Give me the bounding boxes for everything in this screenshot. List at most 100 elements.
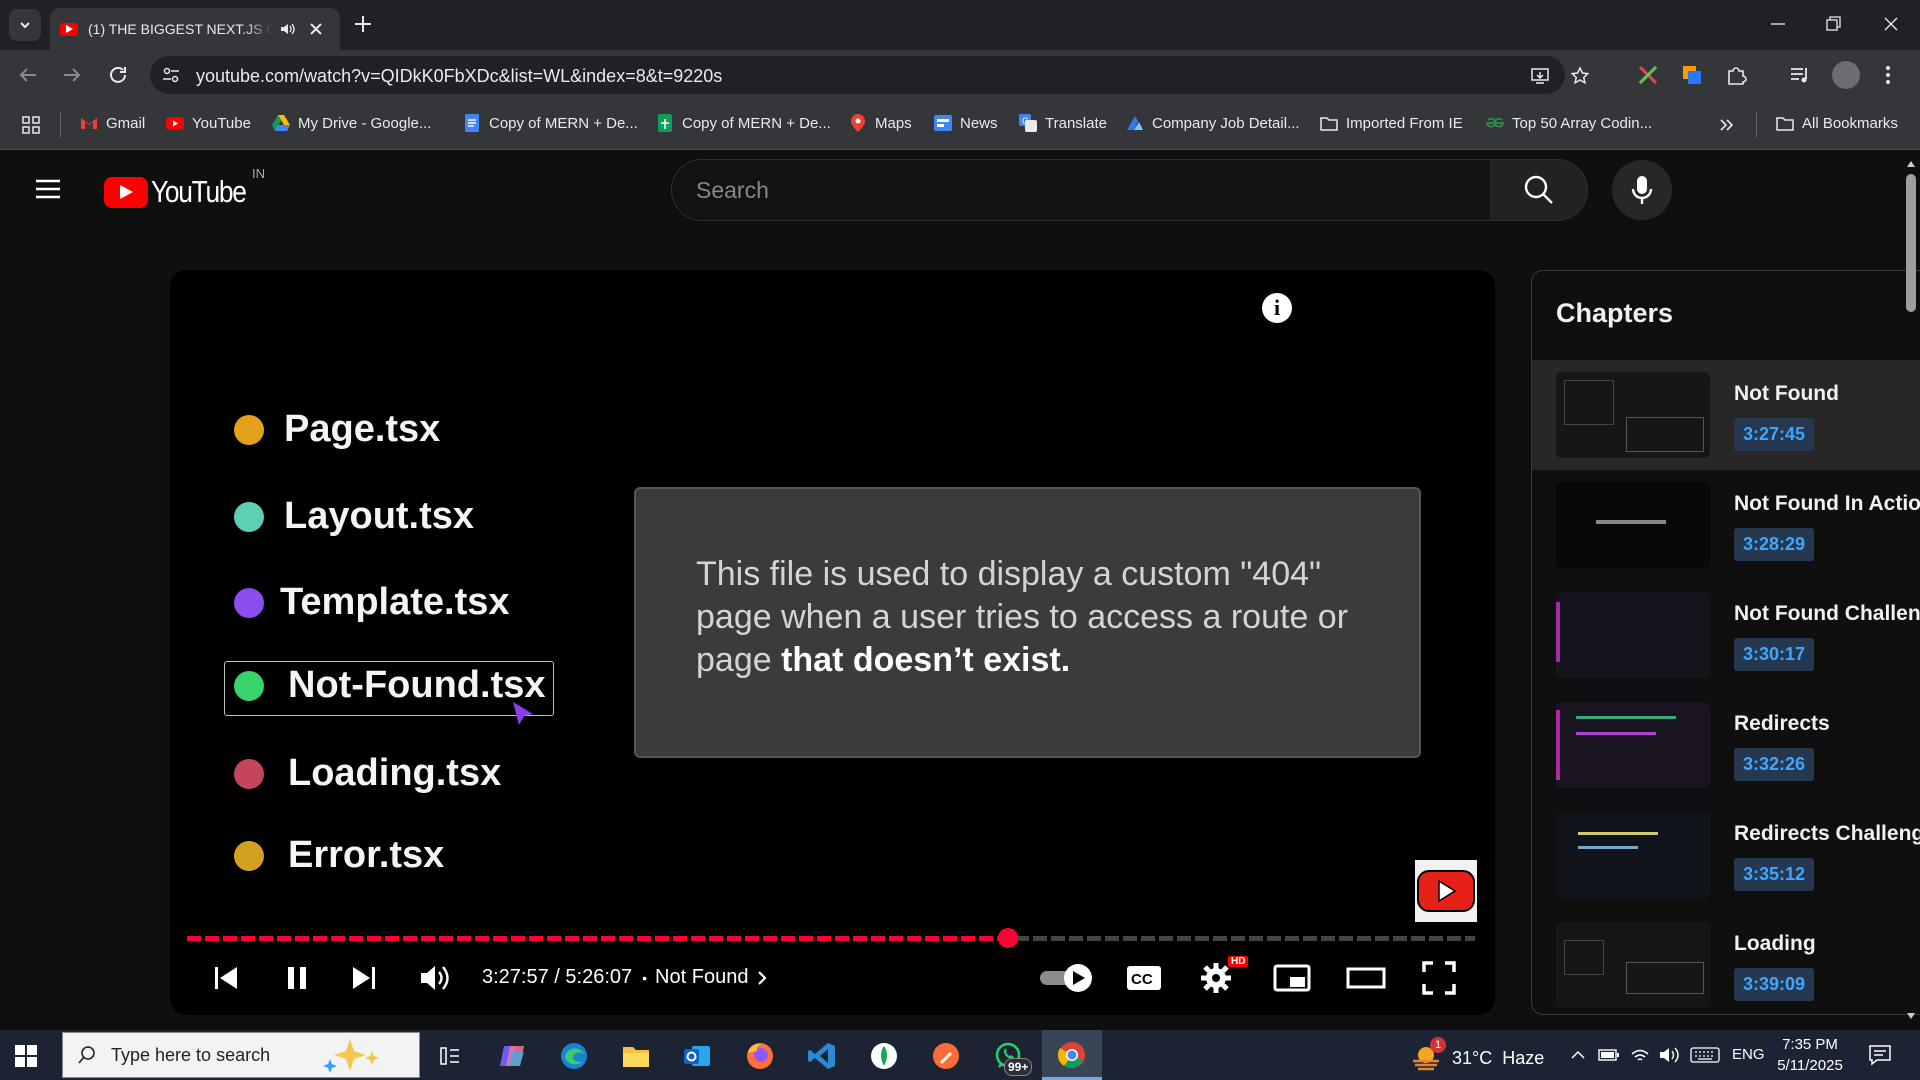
extension-copy-icon[interactable] [1680,63,1704,87]
extensions-puzzle-icon[interactable] [1724,63,1748,87]
forward-arrow-icon[interactable] [60,63,84,87]
file-explorer-icon[interactable] [620,1040,652,1072]
subtitles-cc-icon[interactable]: CC [1124,962,1164,994]
bookmark-translate[interactable]: G Translate [1019,114,1107,132]
task-view-icon[interactable] [434,1040,466,1072]
media-controls-icon[interactable] [1788,63,1812,87]
profile-avatar[interactable] [1832,61,1860,89]
page-scrollbar[interactable] [1906,160,1916,1020]
chapter-timestamp[interactable]: 3:35:12 [1734,858,1815,891]
chapter-item[interactable]: Redirects Challenge 3:35:12 [1532,800,1920,910]
copilot-icon[interactable] [497,1040,529,1072]
bookmark-gfg[interactable]: Top 50 Array Codin... [1486,114,1652,132]
youtube-header: YouTube IN [0,150,1920,230]
new-tab-plus-icon[interactable] [352,13,374,35]
back-arrow-icon[interactable] [16,63,40,87]
bookmark-gmail[interactable]: Gmail [80,114,145,132]
address-bar[interactable]: youtube.com/watch?v=QIDkK0FbXDc&list=WL&… [150,56,1590,94]
previous-icon[interactable] [212,964,240,992]
firefox-icon[interactable] [744,1040,776,1072]
close-tab-icon[interactable] [309,22,323,36]
current-chapter-button[interactable]: Not Found [655,966,748,989]
search-button[interactable] [1490,159,1588,221]
battery-icon[interactable] [1598,1047,1620,1063]
progress-bar[interactable] [187,928,1475,948]
speaker-icon[interactable] [279,21,295,37]
bookmark-maps[interactable]: Maps [849,114,912,132]
more-menu-icon[interactable] [1884,63,1892,87]
chevron-right-icon[interactable] [754,969,770,987]
clock[interactable]: 7:35 PM 5/11/2025 [1760,1034,1860,1076]
postman-icon[interactable] [930,1040,962,1072]
autoplay-toggle-icon[interactable] [1038,962,1094,994]
windows-start-icon[interactable] [15,1045,37,1067]
browser-tab[interactable]: (1) THE BIGGEST NEXT.JS COURSE [50,8,340,50]
chapter-thumbnail [1556,922,1710,1008]
chapter-item[interactable]: Redirects 3:32:26 [1532,690,1920,800]
bookmark-imported-ie[interactable]: Imported From IE [1320,114,1463,132]
volume-icon[interactable] [418,962,452,994]
duration: 5:26:07 [565,966,633,988]
chrome-taskbar-button[interactable] [1042,1030,1102,1080]
show-hidden-icons-chevron-icon[interactable] [1570,1048,1586,1062]
scrollbar-thumb[interactable] [1906,174,1916,312]
current-time: 3:27:57 [482,966,549,988]
hamburger-menu-icon[interactable] [33,174,63,204]
mongodb-compass-icon[interactable] [868,1040,900,1072]
restore-icon[interactable] [1824,13,1842,35]
chapter-timestamp[interactable]: 3:28:29 [1734,528,1815,561]
chapter-title: Not Found Challenge [1734,602,1920,625]
wifi-icon[interactable] [1630,1046,1650,1064]
vscode-icon[interactable] [806,1040,838,1072]
reload-icon[interactable] [106,63,130,87]
chapter-item[interactable]: Not Found 3:27:45 [1532,360,1920,470]
site-info-icon[interactable] [162,66,180,84]
youtube-watermark[interactable] [1415,860,1477,922]
bookmark-sheets[interactable]: Copy of MERN + De... [656,114,831,132]
youtube-logo[interactable]: YouTube IN [104,166,265,210]
bookmark-youtube[interactable]: YouTube [166,114,251,132]
chapter-item[interactable]: Not Found Challenge 3:30:17 [1532,580,1920,690]
keyboard-icon[interactable] [1690,1047,1720,1063]
chapter-item[interactable]: Loading 3:39:09 [1532,910,1920,1014]
notifications-icon[interactable] [1868,1044,1892,1066]
chapter-timestamp[interactable]: 3:30:17 [1734,638,1815,671]
chapter-item[interactable]: Not Found In Action 3:28:29 [1532,470,1920,580]
bookmark-docs[interactable]: Copy of MERN + De... [463,114,638,132]
extension-x-icon[interactable] [1636,63,1660,87]
apps-grid-icon[interactable] [22,116,40,134]
url-text[interactable]: youtube.com/watch?v=QIDkK0FbXDc&list=WL&… [196,66,722,87]
minimize-icon[interactable] [1769,13,1787,35]
bookmark-news[interactable]: News [934,114,998,132]
scroll-up-arrow-icon[interactable] [1906,160,1916,168]
docs-icon [463,114,481,132]
close-window-icon[interactable] [1882,13,1900,35]
bookmark-star-icon[interactable] [1570,66,1590,86]
search-input[interactable] [696,174,1456,206]
bookmark-label: Gmail [106,114,146,132]
chapter-timestamp[interactable]: 3:27:45 [1734,418,1815,451]
pause-icon[interactable] [283,964,311,992]
taskbar-search[interactable]: Type here to search [62,1032,420,1078]
file-label: Template.tsx [280,581,510,623]
chapter-timestamp[interactable]: 3:32:26 [1734,748,1815,781]
voice-search-button[interactable] [1612,160,1672,220]
install-app-icon[interactable] [1530,66,1550,86]
weather-widget[interactable]: 1 31°C Haze [1410,1037,1544,1072]
more-bookmarks-chevron-icon[interactable] [1718,117,1734,133]
chapter-timestamp[interactable]: 3:39:09 [1734,968,1815,1001]
fullscreen-icon[interactable] [1421,960,1457,996]
bookmark-company[interactable]: Company Job Detail... [1126,114,1300,132]
theater-mode-icon[interactable] [1345,962,1387,994]
speaker-volume-icon[interactable] [1658,1046,1680,1064]
tab-search-button[interactable] [9,9,41,41]
bookmark-drive[interactable]: My Drive - Google... [272,114,431,132]
time-separator: / [548,966,566,988]
all-bookmarks-button[interactable]: All Bookmarks [1776,114,1898,132]
scroll-down-arrow-icon[interactable] [1906,1012,1916,1020]
edge-browser-icon[interactable] [558,1040,590,1072]
miniplayer-icon[interactable] [1272,962,1312,994]
outlook-icon[interactable] [681,1040,713,1072]
next-icon[interactable] [350,964,378,992]
info-icon[interactable]: i [1262,293,1292,323]
